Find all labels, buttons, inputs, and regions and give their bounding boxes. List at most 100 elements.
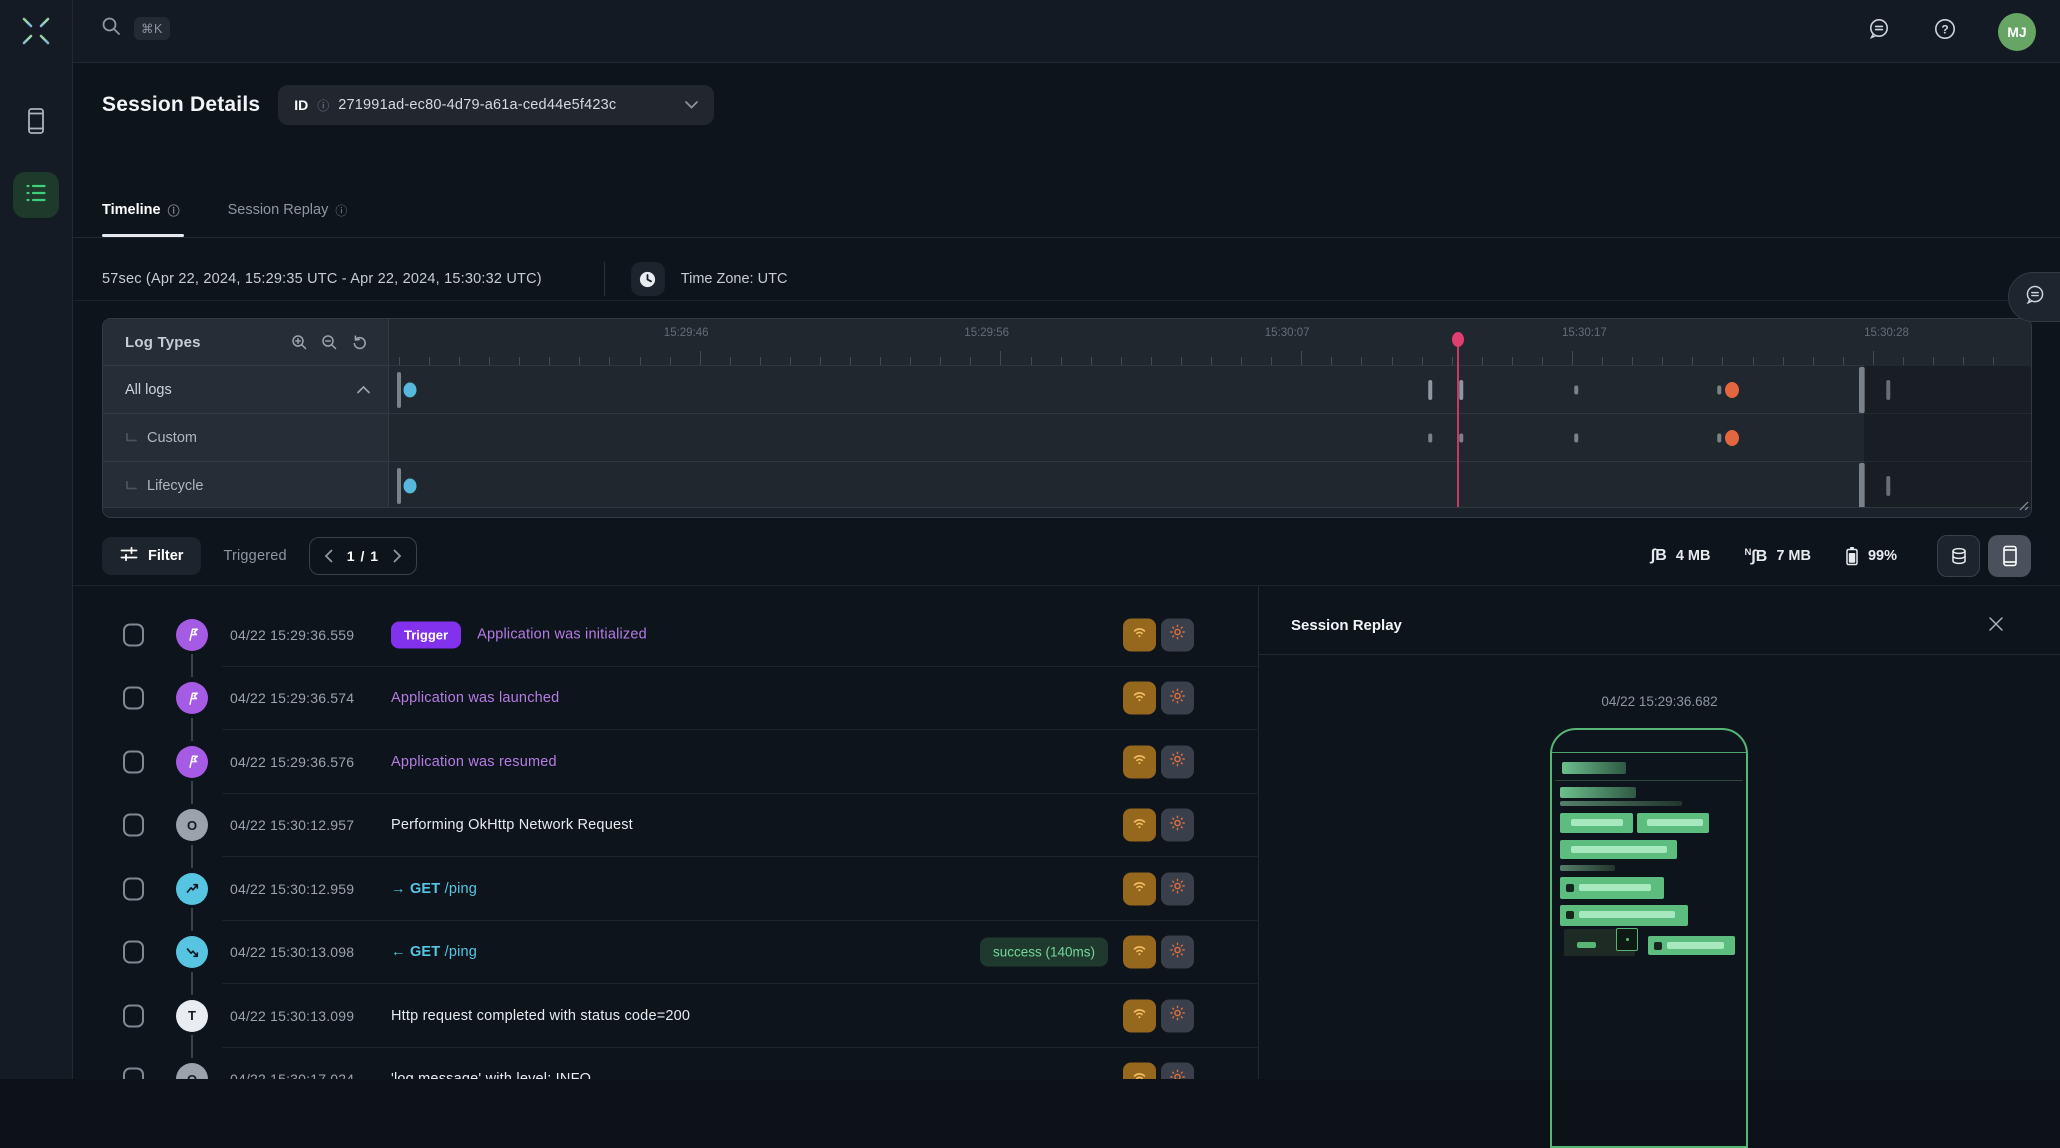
- feedback-tab[interactable]: [2008, 272, 2060, 322]
- sidebar-item-devices[interactable]: [13, 100, 59, 146]
- data-view-toggle-button[interactable]: [1937, 535, 1980, 577]
- resize-handle-icon[interactable]: [2017, 498, 2029, 516]
- global-search[interactable]: ⌘K: [100, 15, 170, 42]
- sun-icon: [1169, 687, 1186, 709]
- axis-tick-label: 15:30:07: [1265, 327, 1310, 339]
- log-row[interactable]: 04/22 15:30:12.959→ GET /ping: [73, 857, 1258, 921]
- row-checkbox[interactable]: [123, 687, 144, 710]
- timeline-mark-dot-blue[interactable]: [404, 382, 417, 397]
- network-details-button[interactable]: [1123, 999, 1156, 1032]
- log-row[interactable]: 04/22 15:29:36.559TriggerApplication was…: [73, 603, 1258, 667]
- replay-view-toggle-button[interactable]: [1988, 535, 2031, 577]
- log-type-row-lifecycle[interactable]: Lifecycle: [103, 461, 388, 509]
- row-checkbox[interactable]: [123, 623, 144, 646]
- network-details-button[interactable]: [1123, 618, 1156, 651]
- close-icon[interactable]: [1988, 616, 2004, 637]
- timeline-track[interactable]: 15:29:4615:29:5615:30:0715:30:1715:30:28: [389, 319, 2031, 507]
- replay-phone-mockup: [1550, 728, 1748, 1148]
- filter-button[interactable]: Filter: [102, 537, 201, 575]
- network-details-button[interactable]: [1123, 745, 1156, 778]
- network-details-button[interactable]: [1123, 936, 1156, 969]
- timeline-row-lifecycle: [389, 461, 2031, 509]
- network-details-button[interactable]: [1123, 682, 1156, 715]
- sidebar-item-sessions[interactable]: [13, 172, 59, 218]
- ruler-tick: [1602, 357, 1603, 365]
- log-message: Application was resumed: [391, 754, 557, 770]
- stat-battery: 99%: [1845, 546, 1897, 566]
- properties-button[interactable]: [1161, 1063, 1194, 1079]
- timeline-mark-tick[interactable]: [1428, 380, 1432, 400]
- zoom-out-icon[interactable]: [314, 327, 344, 357]
- timeline-mark-tick-sm[interactable]: [1717, 385, 1721, 394]
- search-icon: [100, 15, 122, 42]
- timeline-row-all-logs: [389, 365, 2031, 413]
- chevron-left-icon[interactable]: [324, 549, 333, 563]
- log-row[interactable]: 04/22 15:30:13.098← GET /pingsuccess (14…: [73, 921, 1258, 985]
- timeline-mark-tick-sm[interactable]: [1574, 433, 1578, 442]
- feedback-chat-icon[interactable]: [1866, 16, 1892, 47]
- help-icon[interactable]: ?: [1932, 16, 1958, 47]
- properties-button[interactable]: [1161, 872, 1194, 905]
- ruler-tick: [850, 357, 851, 365]
- row-checkbox[interactable]: [123, 941, 144, 964]
- properties-button[interactable]: [1161, 745, 1194, 778]
- timeline-mark-dot-orange[interactable]: [1725, 382, 1739, 398]
- chevron-right-icon[interactable]: [393, 549, 402, 563]
- sun-icon: [1169, 814, 1186, 836]
- session-summary: 57sec (Apr 22, 2024, 15:29:35 UTC - Apr …: [102, 259, 787, 299]
- properties-button[interactable]: [1161, 936, 1194, 969]
- properties-button[interactable]: [1161, 809, 1194, 842]
- properties-button[interactable]: [1161, 682, 1194, 715]
- network-details-button[interactable]: [1123, 1063, 1156, 1079]
- clock-icon: [638, 270, 657, 289]
- ruler-tick: [1632, 357, 1633, 365]
- properties-button[interactable]: [1161, 999, 1194, 1032]
- timezone-button[interactable]: [631, 262, 665, 296]
- chevron-up-icon[interactable]: [357, 381, 370, 399]
- row-checkbox[interactable]: [123, 1068, 144, 1079]
- avatar[interactable]: MJ: [1998, 13, 2036, 51]
- log-timestamp: 04/22 15:30:12.959: [230, 881, 354, 897]
- zoom-in-icon[interactable]: [284, 327, 314, 357]
- log-row[interactable]: O04/22 15:30:12.957Performing OkHttp Net…: [73, 794, 1258, 858]
- row-checkbox[interactable]: [123, 877, 144, 900]
- log-row[interactable]: T04/22 15:30:13.099Http request complete…: [73, 984, 1258, 1048]
- embrace-logo: [13, 10, 59, 52]
- ruler-tick: [549, 357, 550, 365]
- log-row[interactable]: O04/22 15:30:17.024'log message' with le…: [73, 1048, 1258, 1080]
- timeline-mark-tick[interactable]: [1459, 380, 1463, 400]
- timeline-mark-tick-sm[interactable]: [1574, 385, 1578, 394]
- network-details-button[interactable]: [1123, 809, 1156, 842]
- log-message: Application was launched: [391, 690, 559, 706]
- playhead-handle[interactable]: [1452, 332, 1464, 347]
- timeline-mark-dot-blue[interactable]: [404, 478, 417, 493]
- timeline-mark-tick-sm[interactable]: [1717, 433, 1721, 442]
- row-checkbox[interactable]: [123, 814, 144, 837]
- tab-session-replay[interactable]: Session Replayⓘ: [228, 183, 348, 237]
- row-checkbox[interactable]: [123, 750, 144, 773]
- native-payload-size-icon: N∫B: [1745, 547, 1768, 566]
- ruler-tick: [760, 357, 761, 365]
- row-checkbox[interactable]: [123, 1004, 144, 1027]
- topbar: ⌘K ? MJ: [73, 0, 2060, 63]
- timeline-mark-tick-sm[interactable]: [1459, 433, 1463, 442]
- tab-timeline[interactable]: Timelineⓘ: [102, 183, 180, 237]
- log-row[interactable]: 04/22 15:29:36.576Application was resume…: [73, 730, 1258, 794]
- ruler-tick: [399, 357, 400, 365]
- timeline-mark-tick-sm[interactable]: [1428, 433, 1432, 442]
- session-id-dropdown[interactable]: ID ⓘ 271991ad-ec80-4d79-a61a-ced44e5f423…: [278, 85, 714, 125]
- timeline-mark-bar[interactable]: [397, 372, 401, 408]
- ruler-tick: [640, 357, 641, 365]
- ruler-tick: [910, 357, 911, 365]
- timeline-mark-dot-orange[interactable]: [1725, 430, 1739, 446]
- session-replay-panel: Session Replay 04/22 15:29:36.682: [1258, 586, 2060, 1079]
- reset-zoom-icon[interactable]: [344, 327, 374, 357]
- log-type-row-custom[interactable]: Custom: [103, 413, 388, 461]
- properties-button[interactable]: [1161, 618, 1194, 651]
- ruler-tick: [1542, 357, 1543, 365]
- log-timestamp: 04/22 15:30:17.024: [230, 1071, 354, 1079]
- log-row[interactable]: 04/22 15:29:36.574Application was launch…: [73, 667, 1258, 731]
- timeline-mark-bar[interactable]: [397, 468, 401, 504]
- log-type-row-all-logs[interactable]: All logs: [103, 365, 388, 413]
- network-details-button[interactable]: [1123, 872, 1156, 905]
